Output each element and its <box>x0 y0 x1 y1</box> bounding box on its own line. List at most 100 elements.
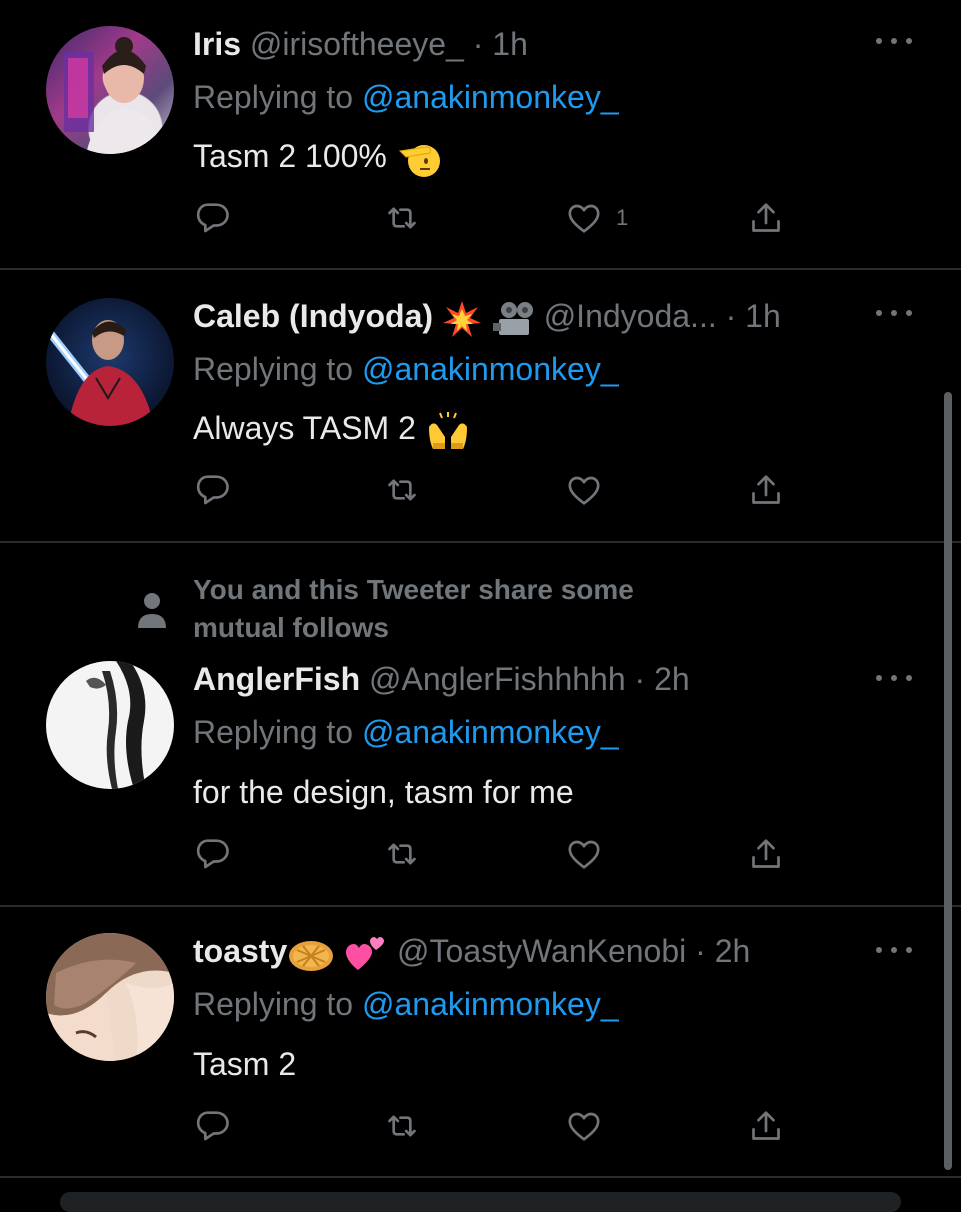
divider <box>0 1176 961 1178</box>
tweet-header: Caleb (Indyoda) @Indyoda... · 1h <box>193 296 781 339</box>
avatar-caleb-image <box>46 320 154 426</box>
like-button[interactable]: 1 <box>564 196 628 240</box>
tweet-2[interactable]: Caleb (Indyoda) @Indyoda... · 1h Replyin… <box>0 270 961 542</box>
like-button[interactable] <box>564 832 604 876</box>
share-button[interactable] <box>746 832 786 876</box>
tweet-3[interactable]: You and this Tweeter share some mutual f… <box>0 543 961 906</box>
avatar-iris-image <box>64 37 164 154</box>
person-icon <box>138 593 166 628</box>
timestamp[interactable]: 2h <box>654 661 690 697</box>
share-icon <box>752 839 780 868</box>
share-button[interactable] <box>746 1104 786 1148</box>
mention-link[interactable]: @anakinmonkey_ <box>362 79 619 115</box>
retweet-button[interactable] <box>382 832 422 876</box>
tweet-text: Tasm 2 100% <box>193 136 442 179</box>
avatar-toasty[interactable] <box>46 933 174 1061</box>
display-name[interactable]: Iris <box>193 26 241 62</box>
tweet-text: Tasm 2 <box>193 1044 296 1084</box>
avatar-anglerfish[interactable] <box>46 661 174 789</box>
display-name[interactable]: AnglerFish <box>193 661 360 697</box>
tweet-text-content: Tasm 2 100% <box>193 138 387 174</box>
replying-prefix: Replying to <box>193 79 362 115</box>
mention-link[interactable]: @anakinmonkey_ <box>362 351 619 387</box>
timestamp[interactable]: 1h <box>492 26 528 62</box>
replying-to: Replying to @anakinmonkey_ <box>193 349 619 389</box>
share-button[interactable] <box>746 468 786 512</box>
mention-link[interactable]: @anakinmonkey_ <box>362 986 619 1022</box>
scrollbar[interactable] <box>944 392 952 1170</box>
tweet-text-content: for the design, tasm for me <box>193 774 574 810</box>
timestamp[interactable]: 1h <box>745 298 781 334</box>
share-button[interactable] <box>746 196 786 240</box>
like-button[interactable] <box>564 1104 604 1148</box>
avatar-toasty-image <box>46 933 174 1061</box>
reply-icon <box>196 1111 229 1141</box>
share-icon <box>752 475 780 504</box>
tweet-text-content: Always TASM 2 <box>193 410 416 446</box>
reply-icon <box>196 839 229 869</box>
two-hearts-emoji <box>346 936 385 970</box>
tweet-text: for the design, tasm for me <box>193 772 574 812</box>
social-context-line: You and this Tweeter share some <box>193 574 634 605</box>
user-handle[interactable]: @ToastyWanKenobi <box>397 933 686 969</box>
avatar-iris[interactable] <box>46 26 174 154</box>
separator-dot: · <box>634 661 646 697</box>
tweet-header: AnglerFish @AnglerFishhhhh · 2h <box>193 659 690 699</box>
replying-prefix: Replying to <box>193 986 362 1022</box>
tweet-text-content: Tasm 2 <box>193 1046 297 1082</box>
tweet-actions <box>190 832 800 876</box>
replying-to: Replying to @anakinmonkey_ <box>193 984 619 1024</box>
more-icon[interactable] <box>876 945 912 955</box>
mention-link[interactable]: @anakinmonkey_ <box>362 714 619 750</box>
retweet-icon <box>388 843 416 865</box>
social-context: You and this Tweeter share some mutual f… <box>193 571 634 647</box>
retweet-button[interactable] <box>382 1104 422 1148</box>
replying-to: Replying to @anakinmonkey_ <box>193 712 619 752</box>
like-count: 1 <box>616 205 629 230</box>
more-icon[interactable] <box>876 36 912 46</box>
replying-prefix: Replying to <box>193 714 362 750</box>
heart-icon <box>568 1112 600 1141</box>
tweet-actions <box>190 468 800 512</box>
tweet-1[interactable]: Iris @irisoftheeye_ · 1h Replying to @an… <box>0 0 961 270</box>
reply-icon <box>196 203 229 233</box>
reply-icon <box>196 475 229 505</box>
avatar-caleb[interactable] <box>46 298 174 426</box>
share-icon <box>752 1111 780 1140</box>
retweet-button[interactable] <box>382 196 422 240</box>
retweet-icon <box>388 1115 416 1137</box>
tweet-text: Always TASM 2 <box>193 408 471 451</box>
separator-dot: · <box>725 298 737 334</box>
raising-hands-emoji <box>428 411 467 449</box>
retweet-button[interactable] <box>382 468 422 512</box>
reply-composer-edge[interactable] <box>60 1192 901 1212</box>
tweet-4[interactable]: toasty @ToastyWanKenobi · 2h Replying to… <box>0 907 961 1177</box>
user-handle[interactable]: @Indyoda... <box>544 298 717 334</box>
reply-button[interactable] <box>192 196 232 240</box>
heart-icon <box>568 840 600 869</box>
display-name[interactable]: Caleb (Indyoda) <box>193 298 433 334</box>
share-icon <box>752 203 780 232</box>
reply-button[interactable] <box>192 468 232 512</box>
film-projector-emoji <box>492 301 533 335</box>
like-button[interactable] <box>564 468 604 512</box>
avatar-anglerfish-image <box>86 661 146 789</box>
collision-emoji <box>442 300 481 337</box>
display-name[interactable]: toasty <box>193 933 287 969</box>
waffle-emoji <box>289 940 334 971</box>
social-context-line: mutual follows <box>193 612 389 643</box>
saluting-face-emoji <box>398 144 440 177</box>
user-handle[interactable]: @irisoftheeye_ <box>250 26 464 62</box>
reply-button[interactable] <box>192 1104 232 1148</box>
heart-icon <box>568 476 600 505</box>
retweet-icon <box>388 207 416 229</box>
replying-to: Replying to @anakinmonkey_ <box>193 77 619 117</box>
timestamp[interactable]: 2h <box>715 933 751 969</box>
more-icon[interactable] <box>876 673 912 683</box>
tweet-actions <box>190 1104 800 1148</box>
reply-button[interactable] <box>192 832 232 876</box>
separator-dot: · <box>472 26 484 62</box>
more-icon[interactable] <box>876 308 912 318</box>
retweet-icon <box>388 479 416 501</box>
user-handle[interactable]: @AnglerFishhhhh <box>369 661 626 697</box>
